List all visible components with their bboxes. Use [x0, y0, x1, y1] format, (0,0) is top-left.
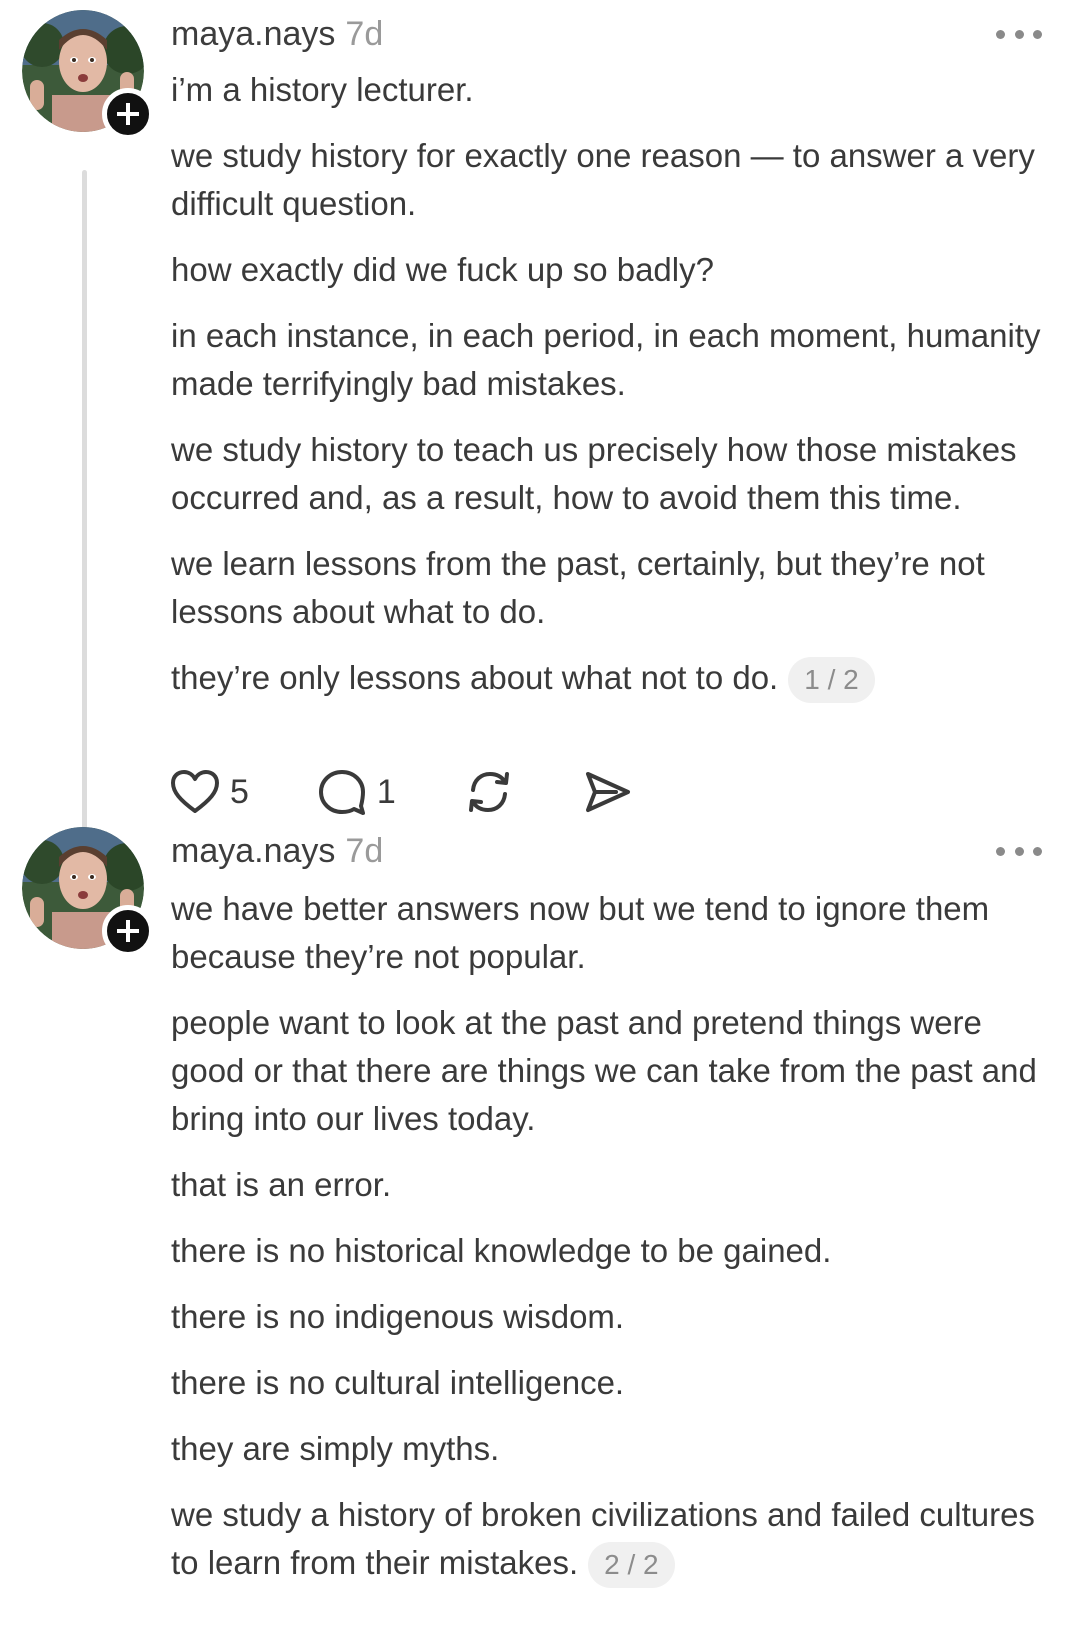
post-paragraph: there is no historical knowledge to be g… — [171, 1232, 832, 1269]
repost-icon — [468, 771, 509, 813]
like-button[interactable]: 5 — [170, 769, 249, 815]
post-paragraph-last: they’re only lessons about what not to d… — [171, 654, 1051, 704]
post-paragraph: how exactly did we fuck up so badly? — [171, 251, 714, 288]
post-body: we have better answers now but we tend t… — [171, 885, 1051, 1606]
more-options-icon[interactable] — [996, 839, 1042, 863]
thread-line — [82, 170, 87, 843]
plus-icon — [117, 103, 139, 125]
follow-button[interactable] — [102, 88, 154, 140]
more-options-icon[interactable] — [996, 22, 1042, 46]
page-indicator: 2 / 2 — [588, 1542, 675, 1589]
post-paragraph: we have better answers now but we tend t… — [171, 890, 990, 975]
follow-button[interactable] — [102, 905, 154, 957]
post-header: maya.nays 7d — [171, 829, 383, 873]
post-paragraph-last: we study a history of broken civilizatio… — [171, 1491, 1051, 1589]
avatar-container — [22, 827, 154, 957]
like-count: 5 — [230, 772, 249, 811]
repost-button[interactable] — [464, 768, 514, 816]
post-paragraph: in each instance, in each period, in eac… — [171, 317, 1041, 402]
post-paragraph: there is no indigenous wisdom. — [171, 1298, 625, 1335]
action-bar: 5 1 — [170, 762, 700, 822]
plus-icon — [117, 920, 139, 942]
post-paragraph: there is no cultural intelligence. — [171, 1364, 625, 1401]
share-button[interactable] — [582, 768, 632, 816]
post-paragraph: we study history to teach us precisely h… — [171, 431, 1017, 516]
reply-button[interactable]: 1 — [317, 768, 396, 816]
post-paragraph: we learn lessons from the past, certainl… — [171, 545, 985, 630]
reply-count: 1 — [376, 772, 396, 811]
post-header: maya.nays 7d — [171, 12, 383, 56]
page-indicator: 1 / 2 — [788, 657, 875, 704]
post-paragraph: i’m a history lecturer. — [171, 71, 474, 108]
timestamp: 7d — [345, 831, 384, 870]
post-paragraph: we study history for exactly one reason … — [171, 137, 1035, 222]
comment-icon — [318, 770, 365, 815]
post-paragraph: they’re only lessons about what not to d… — [171, 659, 779, 696]
avatar-container — [22, 10, 154, 140]
post-paragraph: they are simply myths. — [171, 1430, 500, 1467]
send-icon — [585, 772, 630, 812]
post-body: i’m a history lecturer. we study history… — [171, 66, 1051, 721]
username[interactable]: maya.nays — [171, 832, 335, 871]
post-paragraph: people want to look at the past and pret… — [171, 1004, 1037, 1137]
post-paragraph: that is an error. — [171, 1166, 392, 1203]
timestamp: 7d — [345, 14, 384, 53]
username[interactable]: maya.nays — [171, 15, 335, 54]
heart-icon — [171, 770, 219, 813]
